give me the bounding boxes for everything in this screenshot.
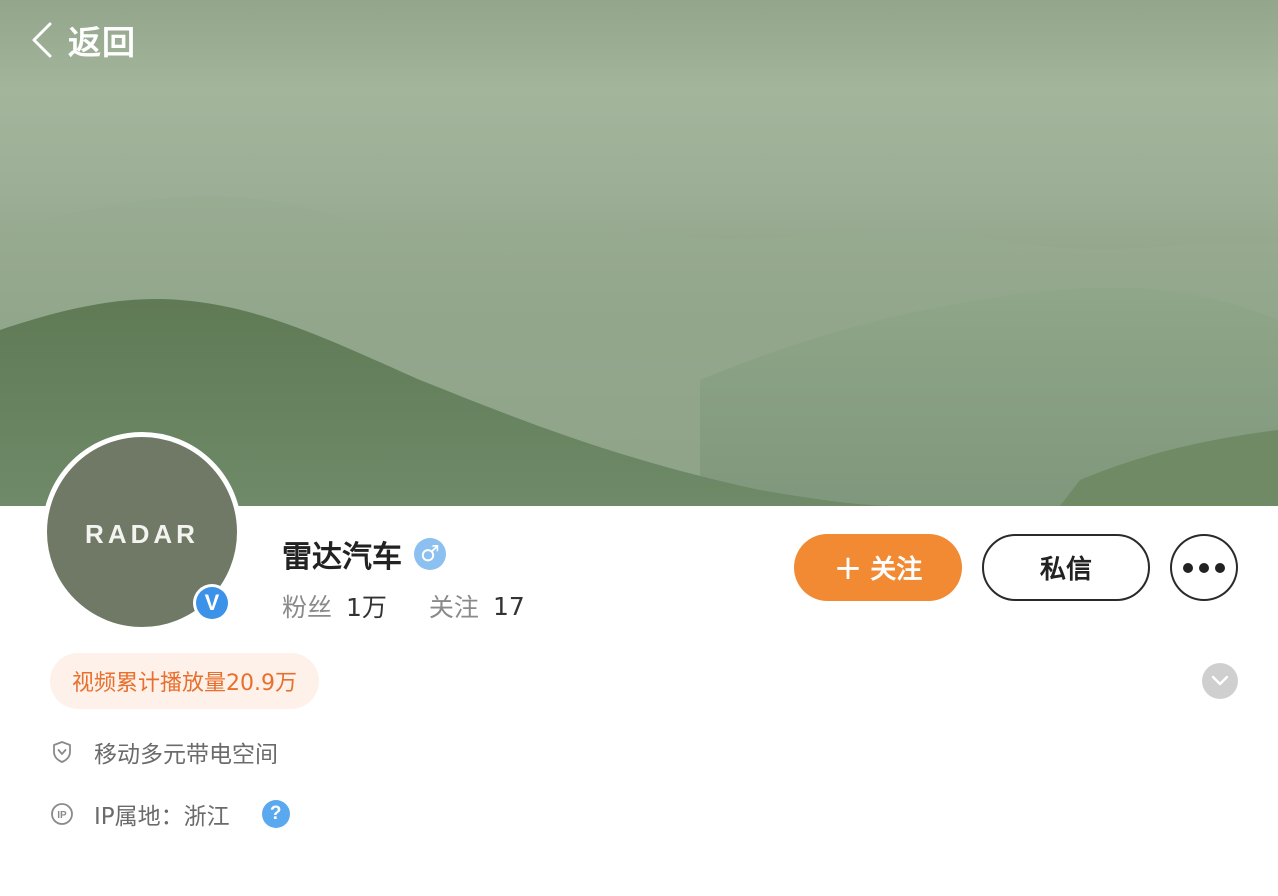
stats-row: 粉丝 1万 关注 17 xyxy=(282,588,525,624)
following-label[interactable]: 关注 xyxy=(429,588,479,624)
chevron-left-icon xyxy=(32,22,52,58)
following-count[interactable]: 17 xyxy=(493,592,525,621)
message-button[interactable]: 私信 xyxy=(982,534,1150,601)
more-options-button[interactable] xyxy=(1170,534,1238,601)
mountain-landscape xyxy=(0,196,1278,506)
shield-verified-icon xyxy=(53,741,71,763)
verified-badge: V xyxy=(193,584,231,622)
expand-button[interactable] xyxy=(1202,663,1238,699)
back-label: 返回 xyxy=(68,23,136,62)
play-count-pill: 视频累计播放量20.9万 xyxy=(50,653,319,709)
profile-name: 雷达汽车 xyxy=(282,540,402,575)
name-row: 雷达汽车 ♂ xyxy=(282,532,446,576)
message-label: 私信 xyxy=(1039,555,1092,585)
ip-location-icon: IP xyxy=(51,803,73,825)
svg-text:IP: IP xyxy=(57,810,67,821)
help-question-icon[interactable]: ? xyxy=(261,800,290,828)
play-count-text: 视频累计播放量20.9万 xyxy=(72,671,297,696)
verified-v-icon: V xyxy=(196,587,228,619)
chevron-down-icon xyxy=(1211,675,1229,686)
profile-cover-image xyxy=(0,0,1278,506)
male-gender-icon: ♂ xyxy=(414,538,446,570)
avatar-logo-text: RADAR xyxy=(85,519,199,549)
back-button[interactable]: 返回 xyxy=(30,18,136,62)
follow-label: 关注 xyxy=(870,555,923,585)
followers-label[interactable]: 粉丝 xyxy=(282,588,332,624)
ip-location-row: IP IP属地：浙江 ? xyxy=(50,797,290,831)
follow-button[interactable]: + 关注 xyxy=(794,534,962,601)
followers-count[interactable]: 1万 xyxy=(346,588,387,624)
bio-row: 移动多元带电空间 xyxy=(50,735,278,769)
more-dots-icon xyxy=(1183,562,1193,573)
plus-icon: + xyxy=(833,547,863,588)
bio-text: 移动多元带电空间 xyxy=(94,742,278,768)
ip-location-text: IP属地：浙江 xyxy=(94,804,230,830)
